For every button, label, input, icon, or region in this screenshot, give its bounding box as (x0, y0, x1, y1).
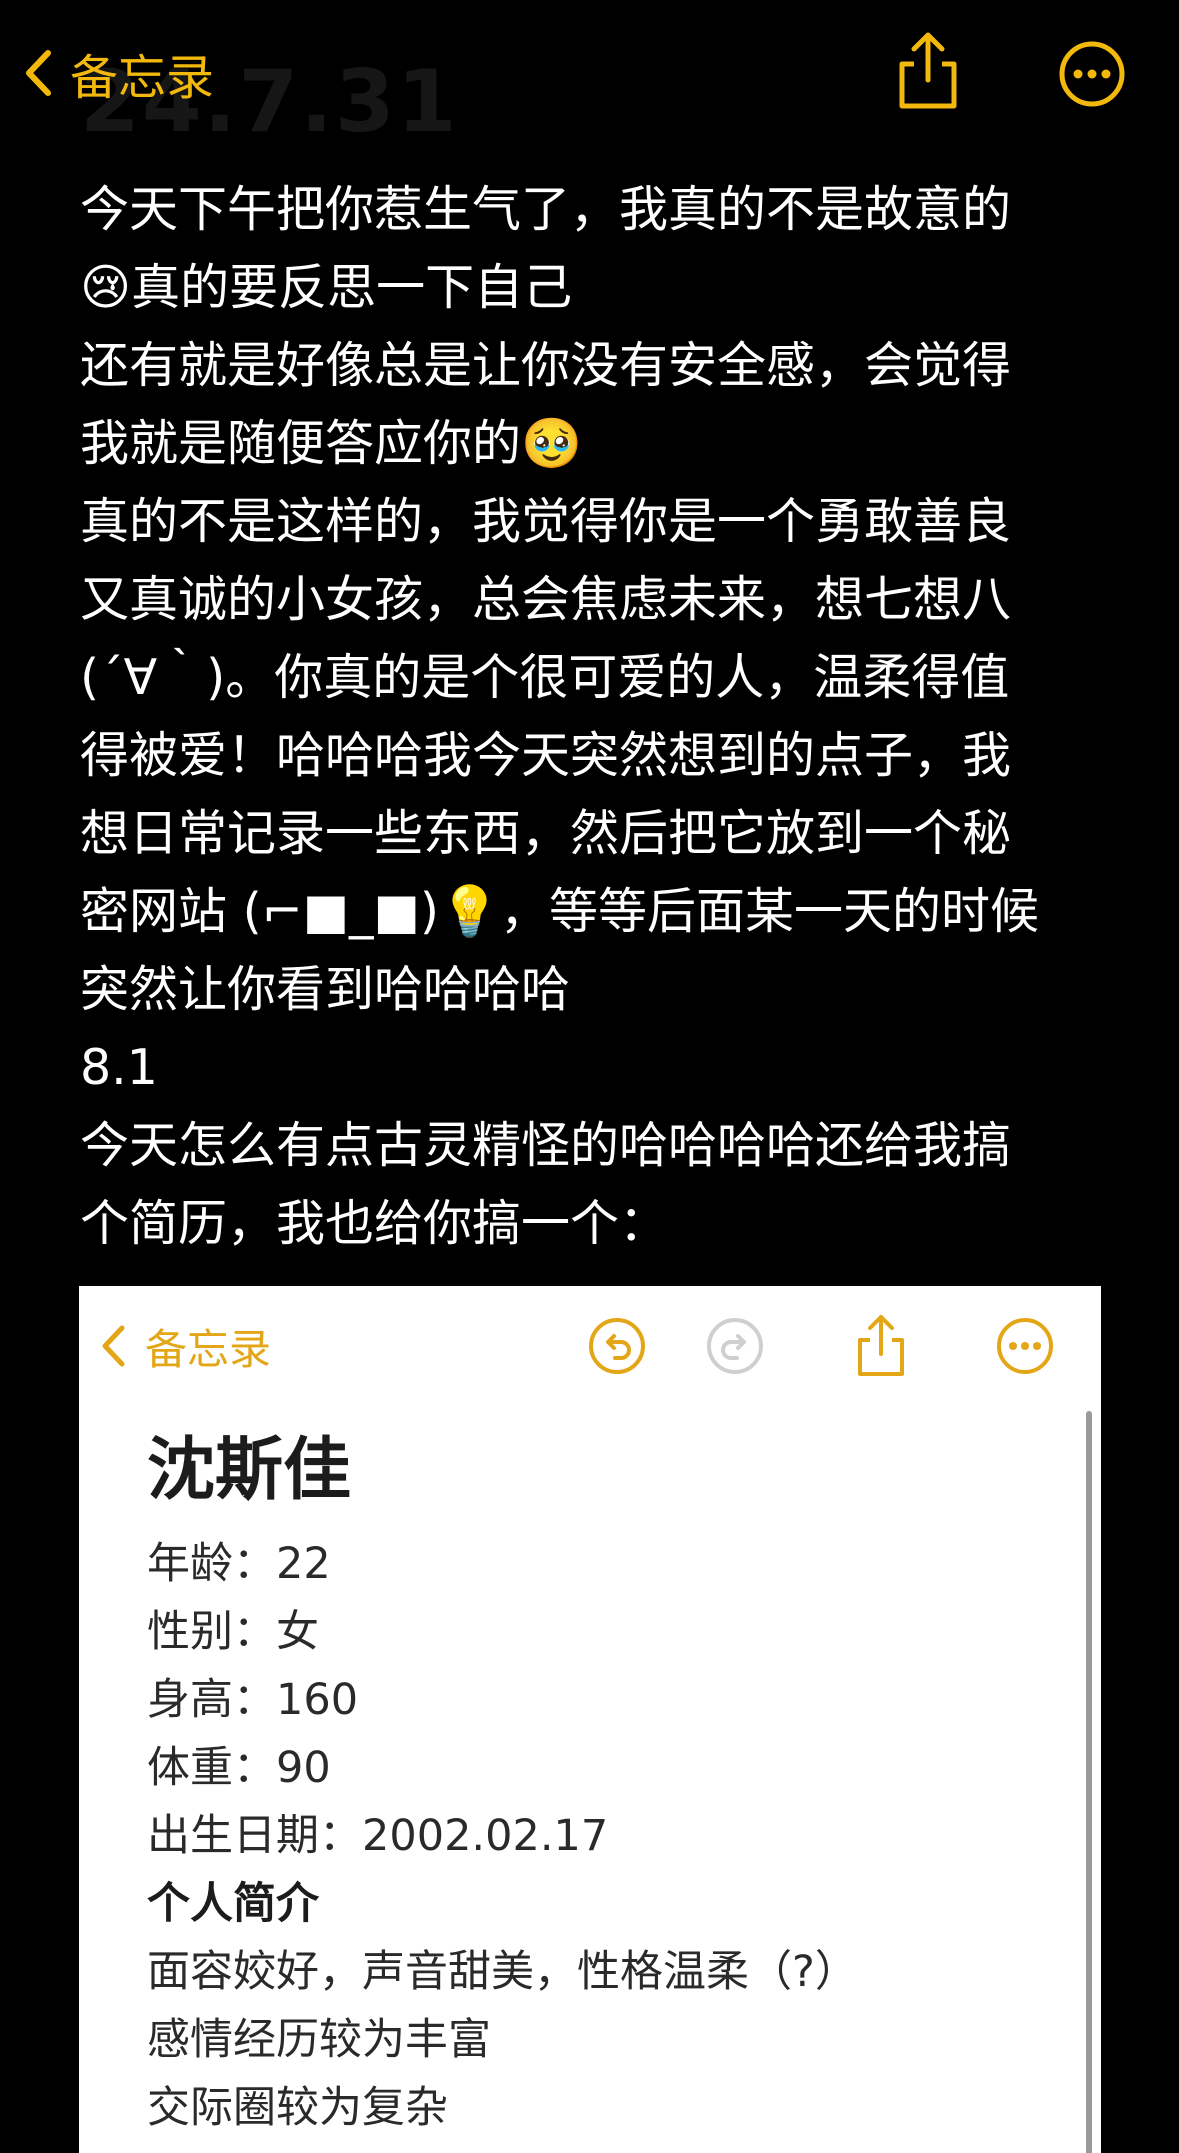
note-line: 真的不是这样的，我觉得你是一个勇敢善良 (80, 493, 1012, 550)
note-line: 想日常记录一些东西，然后把它放到一个秘 (80, 805, 1012, 862)
embedded-screenshot[interactable]: 备忘录 沈斯佳 年龄：22 性别：女 身高：160 体重：90 出生日期：200… (79, 1286, 1101, 2153)
resume-intro-line: 面容姣好，声音甜美，性格温柔（?） (147, 1947, 858, 1997)
share-icon (899, 32, 957, 109)
resume-section-heading: 个人简介 (147, 1879, 319, 1929)
note-line: 我就是随便答应你的🥹 (80, 415, 583, 472)
undo-icon (589, 1318, 645, 1374)
redo-icon (707, 1318, 763, 1374)
more-button[interactable] (1058, 40, 1126, 108)
back-button[interactable]: 备忘录 (24, 38, 214, 108)
embedded-back-button: 备忘录 (101, 1318, 271, 1374)
note-line: 今天怎么有点古灵精怪的哈哈哈哈还给我搞 (80, 1117, 1012, 1174)
note-line: 突然让你看到哈哈哈哈 (80, 961, 571, 1018)
note-body[interactable]: 今天下午把你惹生气了，我真的不是故意的 😢真的要反思一下自己 还有就是好像总是让… (80, 171, 1100, 1263)
back-button-label: 备忘录 (70, 50, 215, 106)
embedded-nav-bar: 备忘录 (79, 1286, 1101, 1406)
note-date-line: 8.1 (80, 1039, 158, 1096)
more-icon (1059, 41, 1125, 107)
resume-content: 沈斯佳 年龄：22 性别：女 身高：160 体重：90 出生日期：2002.02… (147, 1426, 1047, 2142)
note-line: 今天下午把你惹生气了，我真的不是故意的 (80, 181, 1012, 238)
share-button[interactable] (890, 30, 966, 110)
resume-field-gender: 性别：女 (147, 1607, 319, 1657)
note-line: 还有就是好像总是让你没有安全感，会觉得 (80, 337, 1012, 394)
resume-field-height: 身高：160 (147, 1675, 359, 1725)
note-line: 得被爱！哈哈哈我今天突然想到的点子，我 (80, 727, 1012, 784)
more-icon (997, 1318, 1053, 1374)
resume-name-title: 沈斯佳 (147, 1431, 352, 1510)
resume-field-age: 年龄：22 (147, 1539, 331, 1589)
embedded-scrollbar (1086, 1411, 1092, 2153)
note-line: 密网站 (⌐■_■)💡，等等后面某一天的时候 (80, 883, 1039, 940)
resume-intro-line: 感情经历较为丰富 (147, 2015, 491, 2065)
embedded-back-label: 备忘录 (145, 1324, 272, 1374)
chevron-left-icon (102, 1325, 125, 1367)
share-icon (858, 1315, 904, 1376)
top-nav-bar: 备忘录 (0, 0, 1179, 150)
resume-field-birthdate: 出生日期：2002.02.17 (147, 1811, 609, 1861)
note-line: (´∀｀)。你真的是个很可爱的人，温柔得值 (80, 649, 1010, 706)
resume-field-weight: 体重：90 (147, 1743, 331, 1793)
resume-intro-line: 交际圈较为复杂 (147, 2083, 448, 2133)
note-line: 又真诚的小女孩，总会焦虑未来，想七想八 (80, 571, 1012, 628)
note-line: 个简历，我也给你搞一个： (80, 1195, 669, 1252)
note-line: 😢真的要反思一下自己 (80, 259, 573, 316)
chevron-left-icon (26, 50, 51, 96)
